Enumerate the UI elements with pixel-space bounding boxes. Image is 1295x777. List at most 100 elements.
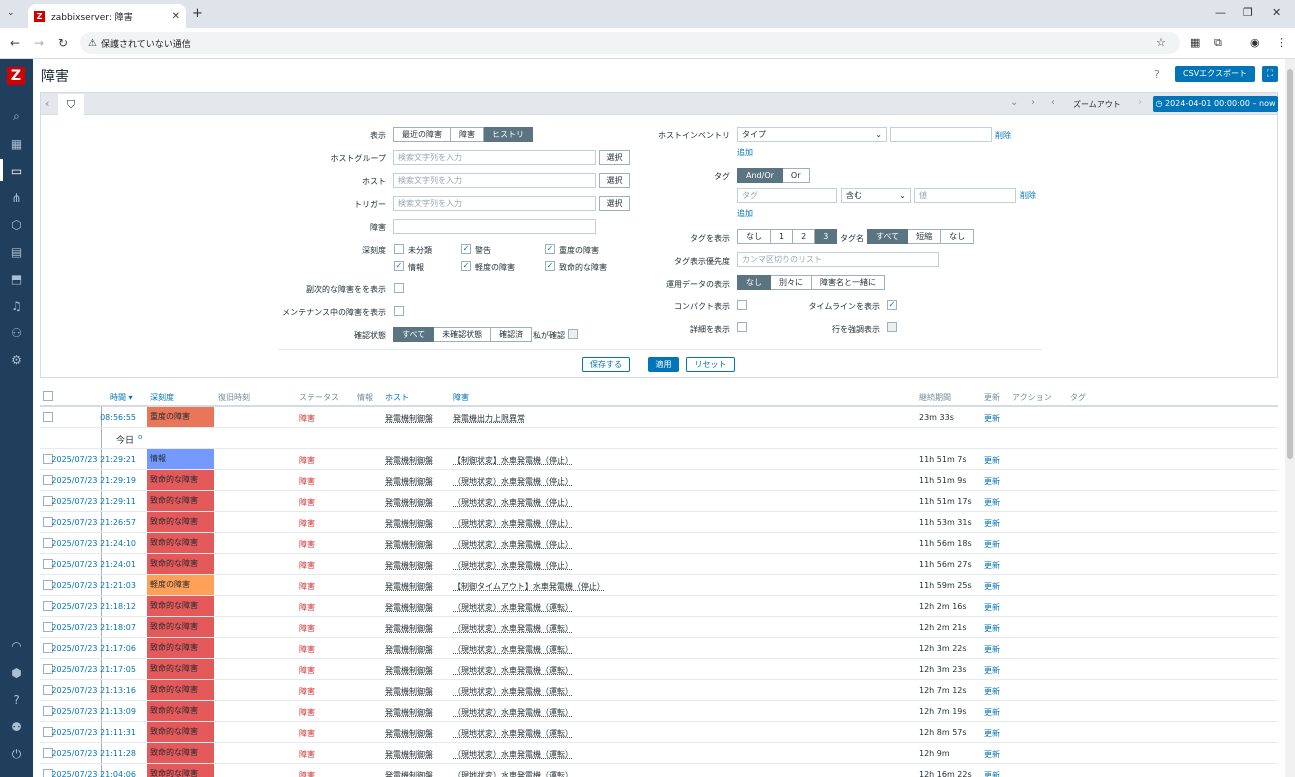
table-row[interactable]: 2025/07/23 21:18:07 致命的な障害 障害 発電機制御盤 （現地状変）水… bbox=[40, 617, 1278, 638]
details-checkbox[interactable] bbox=[737, 322, 747, 332]
row-update-link[interactable]: 更新 bbox=[984, 539, 1000, 550]
tag-operator-select[interactable]: 含む ⌄ bbox=[841, 188, 911, 203]
row-time[interactable]: 2025/07/23 21:24:01 bbox=[40, 560, 136, 569]
row-problem[interactable]: （現地状変）水車発電機（運転） bbox=[453, 665, 573, 676]
problem-input[interactable] bbox=[393, 219, 596, 234]
table-row[interactable]: 08:56:55 重度の障害 障害 発電機制御盤 発電機出力上限異常 23m 3… bbox=[40, 407, 1278, 428]
row-host[interactable]: 発電機制御盤 bbox=[385, 455, 433, 466]
row-host[interactable]: 発電機制御盤 bbox=[385, 497, 433, 508]
row-host[interactable]: 発電機制御盤 bbox=[385, 728, 433, 739]
row-time[interactable]: 2025/07/23 21:17:06 bbox=[40, 644, 136, 653]
table-row[interactable]: 2025/07/23 21:17:06 致命的な障害 障害 発電機制御盤 （現地状変）水… bbox=[40, 638, 1278, 659]
compact-checkbox[interactable] bbox=[737, 300, 747, 310]
row-host[interactable]: 発電機制御盤 bbox=[385, 665, 433, 676]
row-update-link[interactable]: 更新 bbox=[984, 665, 1000, 676]
filter-next-icon[interactable]: › bbox=[1031, 97, 1035, 108]
select-all-checkbox[interactable] bbox=[43, 391, 53, 401]
row-host[interactable]: 発電機制御盤 bbox=[385, 686, 433, 697]
trigger-select-button[interactable]: 選択 bbox=[599, 196, 630, 211]
tag-name-all[interactable]: すべて bbox=[867, 229, 909, 244]
row-problem[interactable]: （現地状変）水車発電機（運転） bbox=[453, 623, 573, 634]
inventory-select[interactable]: タイプ ⌄ bbox=[737, 127, 887, 142]
tag-priority-input[interactable]: カンマ区切りのリスト bbox=[737, 252, 939, 267]
page-scrollbar[interactable] bbox=[1285, 59, 1295, 777]
tags-andor-option[interactable]: And/Or bbox=[737, 168, 783, 183]
row-problem[interactable]: （現地状変）水車発電機（運転） bbox=[453, 644, 573, 655]
hostgroup-input[interactable]: 検索文字列を入力 bbox=[393, 150, 596, 165]
table-row[interactable]: 2025/07/23 21:13:09 致命的な障害 障害 発電機制御盤 （現地状変）水… bbox=[40, 701, 1278, 722]
reports-icon[interactable]: ▤ bbox=[0, 245, 33, 259]
back-icon[interactable]: ← bbox=[10, 36, 20, 50]
tab-search-icon[interactable]: ⌄ bbox=[7, 8, 15, 18]
close-window-icon[interactable]: ✕ bbox=[1272, 6, 1281, 19]
search-icon[interactable]: ⌕ bbox=[0, 109, 33, 124]
inventory-value-input[interactable] bbox=[890, 127, 992, 142]
row-time[interactable]: 2025/07/23 21:29:21 bbox=[40, 455, 136, 464]
ack-option-all[interactable]: すべて bbox=[393, 327, 435, 342]
services-icon[interactable]: ⋔ bbox=[0, 191, 33, 205]
user-settings-icon[interactable]: ⚉ bbox=[0, 720, 33, 734]
ack-by-me-checkbox[interactable] bbox=[568, 329, 578, 339]
apply-button[interactable]: 適用 bbox=[648, 357, 679, 372]
row-host[interactable]: 発電機制御盤 bbox=[385, 581, 433, 592]
integrations-icon[interactable]: ⬢ bbox=[0, 666, 33, 680]
time-next-icon[interactable]: › bbox=[1138, 97, 1142, 108]
row-problem[interactable]: （現地状変）水車発電機（運転） bbox=[453, 707, 573, 718]
tag-add-link[interactable]: 追加 bbox=[737, 208, 753, 219]
time-range-button[interactable]: ◷ 2024-04-01 00:00:00 – now bbox=[1153, 96, 1278, 112]
table-row[interactable]: 2025/07/23 21:29:21 情報 障害 発電機制御盤 【制御状変】水車発電機… bbox=[40, 449, 1278, 470]
help-link[interactable]: ? bbox=[1154, 68, 1160, 81]
row-time[interactable]: 2025/07/23 21:18:12 bbox=[40, 602, 136, 611]
bookmark-star-icon[interactable]: ☆ bbox=[1156, 36, 1166, 49]
settings-icon[interactable]: ⚙ bbox=[0, 353, 33, 367]
opdata-separate[interactable]: 別々に bbox=[771, 275, 812, 290]
col-problem[interactable]: 障害 bbox=[453, 392, 469, 403]
table-row[interactable]: 2025/07/23 21:26:57 致命的な障害 障害 発電機制御盤 （現地状変）水… bbox=[40, 512, 1278, 533]
row-problem[interactable]: 【制御状変】水車発電機（停止） bbox=[453, 455, 573, 466]
monitoring-icon[interactable]: ▭ bbox=[0, 159, 33, 181]
trigger-input[interactable]: 検索文字列を入力 bbox=[393, 196, 596, 211]
users-icon[interactable]: ⚇ bbox=[0, 326, 33, 340]
row-update-link[interactable]: 更新 bbox=[984, 455, 1000, 466]
row-time[interactable]: 2025/07/23 21:18:07 bbox=[40, 623, 136, 632]
ack-option-ack[interactable]: 確認済 bbox=[491, 327, 533, 342]
row-update-link[interactable]: 更新 bbox=[984, 413, 1000, 424]
menu-icon[interactable]: ⋮ bbox=[1276, 36, 1287, 49]
row-host[interactable]: 発電機制御盤 bbox=[385, 413, 433, 424]
table-row[interactable]: 2025/07/23 21:21:03 軽度の障害 障害 発電機制御盤 【制御タイムアウ… bbox=[40, 575, 1278, 596]
inventory-add-link[interactable]: 追加 bbox=[737, 147, 753, 158]
help-icon[interactable]: ? bbox=[0, 693, 33, 707]
sign-out-icon[interactable]: ⏻ bbox=[0, 747, 33, 762]
show-option-recent[interactable]: 最近の障害 bbox=[393, 127, 451, 142]
row-update-link[interactable]: 更新 bbox=[984, 497, 1000, 508]
show-option-problems[interactable]: 障害 bbox=[451, 127, 484, 142]
table-row[interactable]: 2025/07/23 21:11:31 致命的な障害 障害 発電機制御盤 （現地状変）水… bbox=[40, 722, 1278, 743]
row-update-link[interactable]: 更新 bbox=[984, 602, 1000, 613]
zoom-out-button[interactable]: ズームアウト bbox=[1073, 99, 1121, 110]
csv-export-button[interactable]: CSVエクスポート bbox=[1175, 66, 1255, 82]
omnibox[interactable]: ⚠ 保護されていない通信 bbox=[80, 32, 1180, 54]
table-row[interactable]: 2025/07/23 21:13:16 致命的な障害 障害 発電機制御盤 （現地状変）水… bbox=[40, 680, 1278, 701]
show-tags-1[interactable]: 1 bbox=[771, 229, 794, 244]
row-host[interactable]: 発電機制御盤 bbox=[385, 770, 433, 777]
minimize-icon[interactable]: — bbox=[1215, 6, 1226, 19]
row-problem[interactable]: （現地状変）水車発電機（運転） bbox=[453, 686, 573, 697]
severity-checkbox[interactable]: ✓ bbox=[461, 244, 471, 254]
dashboard-icon[interactable]: ▦ bbox=[0, 137, 33, 151]
tags-or-option[interactable]: Or bbox=[782, 168, 810, 183]
row-update-link[interactable]: 更新 bbox=[984, 686, 1000, 697]
alerts-icon[interactable]: ♫ bbox=[0, 299, 33, 313]
restore-icon[interactable]: ❐ bbox=[1243, 6, 1253, 19]
close-tab-icon[interactable]: ✕ bbox=[172, 11, 180, 22]
inventory-icon[interactable]: ⬡ bbox=[0, 218, 33, 232]
row-time[interactable]: 2025/07/23 21:13:16 bbox=[40, 686, 136, 695]
row-update-link[interactable]: 更新 bbox=[984, 707, 1000, 718]
opdata-with-name[interactable]: 障害名と一緒に bbox=[812, 275, 885, 290]
qr-icon[interactable]: ▦ bbox=[1190, 36, 1200, 49]
row-update-link[interactable]: 更新 bbox=[984, 728, 1000, 739]
row-time[interactable]: 2025/07/23 21:29:19 bbox=[40, 476, 136, 485]
reload-icon[interactable]: ↻ bbox=[58, 36, 68, 50]
profile-icon[interactable]: ◉ bbox=[1250, 36, 1260, 49]
fullscreen-icon[interactable]: ⛶ bbox=[1262, 66, 1278, 82]
col-severity[interactable]: 深刻度 bbox=[150, 392, 174, 403]
